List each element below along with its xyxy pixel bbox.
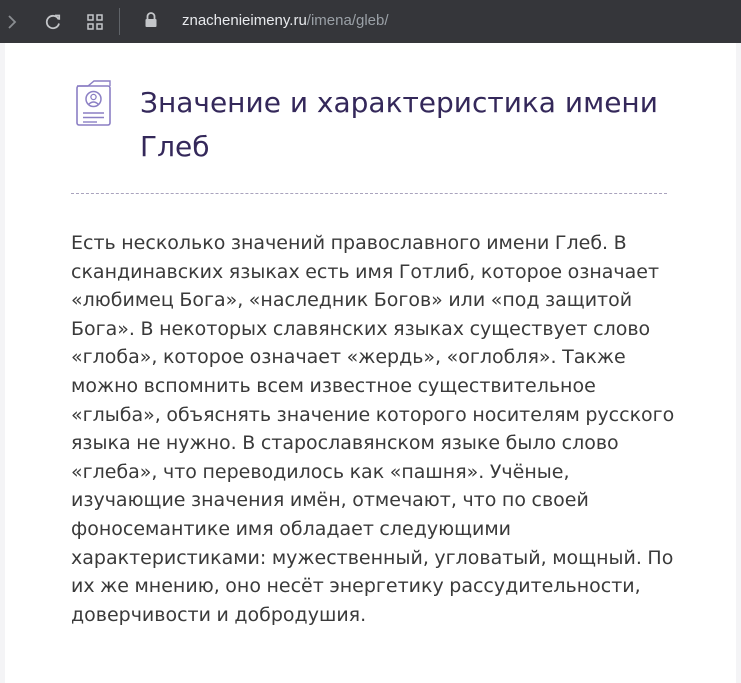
page-title: Значение и характеристика имени Глеб <box>140 86 658 163</box>
page-content: Значение и характеристика имени Глеб Ест… <box>5 43 736 683</box>
address-bar-url[interactable]: znachenieimeny.ru/imena/gleb/ <box>182 11 389 31</box>
apps-button[interactable] <box>80 0 110 43</box>
profile-document-icon <box>76 80 111 126</box>
article-paragraph: Есть несколько значений православного им… <box>71 232 675 626</box>
reload-button[interactable] <box>38 0 68 43</box>
browser-toolbar: znachenieimeny.ru/imena/gleb/ <box>0 0 741 43</box>
reload-icon <box>45 14 61 29</box>
url-path: /imena/gleb/ <box>306 12 389 29</box>
forward-button[interactable] <box>0 0 24 43</box>
url-domain: znachenieimeny.ru <box>182 12 307 29</box>
toolbar-divider <box>119 8 120 35</box>
apps-grid-icon <box>87 13 103 30</box>
title-divider <box>71 193 667 194</box>
forward-icon <box>8 14 17 29</box>
lock-icon[interactable] <box>143 10 159 30</box>
